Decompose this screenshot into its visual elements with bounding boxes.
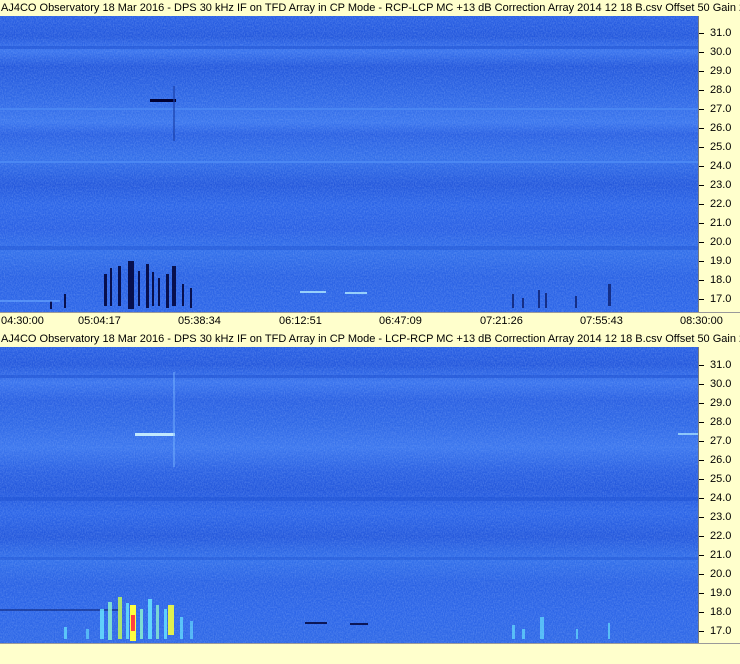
time-axis (0, 643, 740, 664)
freq-label: 29.0 (710, 397, 732, 409)
freq-label: 22.0 (710, 198, 732, 210)
freq-label: 28.0 (710, 84, 732, 96)
panel-title: AJ4CO Observatory 18 Mar 2016 - DPS 30 k… (0, 331, 740, 347)
freq-label: 17.0 (710, 625, 732, 637)
frequency-axis: 31.0 30.0 29.0 28.0 27.0 26.0 25.0 24.0 … (698, 16, 740, 312)
time-label: 08:30:00 (680, 315, 723, 327)
time-label: 07:55:43 (580, 315, 623, 327)
freq-label: 24.0 (710, 160, 732, 172)
spectrogram-image (0, 16, 698, 312)
freq-label: 25.0 (710, 473, 732, 485)
freq-label: 29.0 (710, 65, 732, 77)
time-label: 05:38:34 (178, 315, 221, 327)
freq-label: 18.0 (710, 274, 732, 286)
freq-label: 26.0 (710, 122, 732, 134)
freq-label: 21.0 (710, 217, 732, 229)
freq-label: 30.0 (710, 46, 732, 58)
freq-label: 31.0 (710, 359, 732, 371)
spectrogram-image (0, 347, 698, 643)
panel-title: AJ4CO Observatory 18 Mar 2016 - DPS 30 k… (0, 0, 740, 16)
freq-label: 17.0 (710, 293, 732, 305)
time-label: 06:47:09 (379, 315, 422, 327)
freq-label: 28.0 (710, 416, 732, 428)
freq-label: 20.0 (710, 568, 732, 580)
freq-label: 25.0 (710, 141, 732, 153)
time-label: 07:21:26 (480, 315, 523, 327)
freq-label: 20.0 (710, 236, 732, 248)
freq-label: 26.0 (710, 454, 732, 466)
freq-label: 30.0 (710, 378, 732, 390)
freq-label: 19.0 (710, 255, 732, 267)
freq-label: 22.0 (710, 530, 732, 542)
freq-label: 31.0 (710, 27, 732, 39)
spectrogram-panel-rcp-lcp: AJ4CO Observatory 18 Mar 2016 - DPS 30 k… (0, 0, 740, 330)
freq-label: 23.0 (710, 179, 732, 191)
freq-label: 21.0 (710, 549, 732, 561)
freq-label: 19.0 (710, 587, 732, 599)
time-label: 04:30:00 (1, 315, 44, 327)
freq-label: 24.0 (710, 492, 732, 504)
freq-label: 23.0 (710, 511, 732, 523)
freq-label: 27.0 (710, 103, 732, 115)
frequency-axis: 31.0 30.0 29.0 28.0 27.0 26.0 25.0 24.0 … (698, 347, 740, 643)
time-axis: 04:30:00 05:04:17 05:38:34 06:12:51 06:4… (0, 312, 740, 329)
freq-label: 27.0 (710, 435, 732, 447)
spectrogram-panel-lcp-rcp: AJ4CO Observatory 18 Mar 2016 - DPS 30 k… (0, 331, 740, 664)
freq-label: 18.0 (710, 606, 732, 618)
time-label: 05:04:17 (78, 315, 121, 327)
time-label: 06:12:51 (279, 315, 322, 327)
